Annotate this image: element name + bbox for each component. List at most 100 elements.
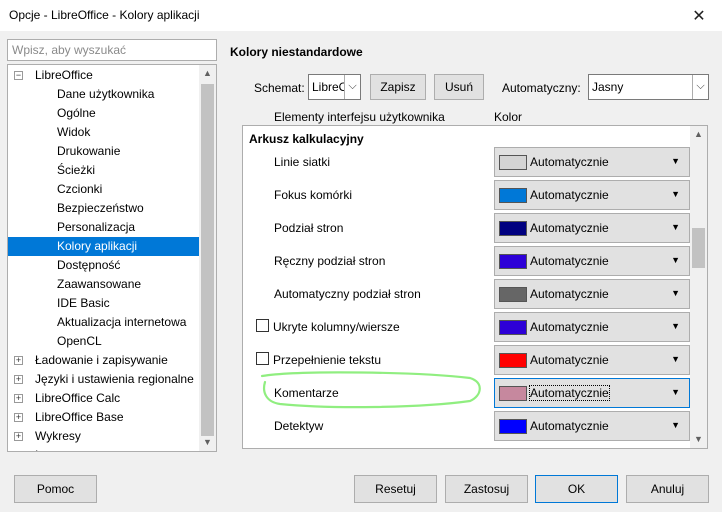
color-dropdown[interactable]: Automatycznie ▼ — [494, 246, 690, 276]
color-dropdown[interactable]: Automatycznie ▼ — [494, 147, 690, 177]
apply-button[interactable]: Zastosuj — [445, 475, 528, 503]
color-row: Komentarze Automatycznie ▼ — [243, 376, 691, 409]
dropdown-arrow-icon[interactable]: ▼ — [671, 354, 680, 364]
color-row-label: Fokus komórki — [274, 188, 353, 202]
column-header-elements: Elementy interfejsu użytkownika — [274, 110, 445, 124]
scheme-select[interactable]: LibreOffice ⌵ — [308, 74, 361, 100]
color-row-label: Podział stron — [274, 221, 344, 235]
close-icon[interactable]: ✕ — [688, 6, 710, 26]
checkbox[interactable] — [256, 352, 269, 365]
dropdown-arrow-icon[interactable]: ▼ — [671, 189, 680, 199]
scroll-thumb[interactable] — [692, 228, 705, 268]
tree-item[interactable]: + LibreOffice Base — [8, 408, 201, 427]
color-row: Fokus komórki Automatycznie ▼ — [243, 178, 691, 211]
color-dropdown[interactable]: Automatycznie ▼ — [494, 279, 690, 309]
cancel-button[interactable]: Anuluj — [626, 475, 709, 503]
color-dropdown[interactable]: Automatycznie ▼ — [494, 345, 690, 375]
color-value: Automatycznie — [530, 320, 609, 334]
expand-icon[interactable]: + — [14, 432, 23, 441]
chevron-down-icon[interactable]: ⌵ — [344, 75, 360, 99]
color-swatch — [499, 287, 527, 302]
expand-icon[interactable]: + — [14, 375, 23, 384]
tree-item-label: Ścieżki — [57, 163, 96, 177]
color-value: Automatycznie — [530, 221, 609, 235]
tree-item[interactable]: Dostępność — [8, 256, 201, 275]
expand-icon[interactable]: + — [14, 413, 23, 422]
color-list[interactable]: Arkusz kalkulacyjny Linie siatki Automaty… — [242, 125, 708, 449]
tree-item[interactable]: Widok — [8, 123, 201, 142]
tree-item[interactable]: + LibreOffice Calc — [8, 389, 201, 408]
color-dropdown[interactable]: Automatycznie ▼ — [494, 411, 690, 441]
color-dropdown[interactable]: Automatycznie ▼ — [494, 213, 690, 243]
scroll-up-icon[interactable]: ▲ — [199, 65, 216, 82]
dropdown-arrow-icon[interactable]: ▼ — [671, 420, 680, 430]
color-row: Automatyczny podział stron Automatycznie ▼ — [243, 277, 691, 310]
color-row-label: Komentarze — [274, 386, 339, 400]
tree-item-label: Internet — [35, 446, 76, 451]
tree-scrollbar[interactable]: ▲ ▼ — [199, 65, 216, 451]
color-dropdown[interactable]: Automatycznie ▼ — [494, 378, 690, 408]
color-list-scrollbar[interactable]: ▲ ▼ — [690, 126, 707, 448]
tree-item[interactable]: Aktualizacja internetowa — [8, 313, 201, 332]
color-row-label: Przepełnienie tekstu — [273, 353, 382, 367]
auto-select[interactable]: Jasny ⌵ — [588, 74, 709, 100]
group-title: Arkusz kalkulacyjny — [249, 132, 364, 146]
color-value: Automatycznie — [530, 419, 609, 433]
dropdown-arrow-icon[interactable]: ▼ — [671, 321, 680, 331]
section-title: Kolory niestandardowe — [230, 45, 363, 59]
scroll-up-icon[interactable]: ▲ — [690, 126, 707, 143]
tree-item[interactable]: IDE Basic — [8, 294, 201, 313]
tree-item[interactable]: + Języki i ustawienia regionalne — [8, 370, 201, 389]
chevron-down-icon[interactable]: ⌵ — [692, 75, 708, 99]
help-button[interactable]: Pomoc — [14, 475, 97, 503]
color-dropdown[interactable]: Automatycznie ▼ — [494, 180, 690, 210]
title-bar: Opcje - LibreOffice - Kolory aplikacji ✕ — [0, 0, 722, 31]
dropdown-arrow-icon[interactable]: ▼ — [671, 222, 680, 232]
window-title: Opcje - LibreOffice - Kolory aplikacji — [9, 8, 200, 22]
color-value: Automatycznie — [530, 287, 609, 301]
tree-item[interactable]: Czcionki — [8, 180, 201, 199]
checkbox[interactable] — [256, 319, 269, 332]
dropdown-arrow-icon[interactable]: ▼ — [671, 255, 680, 265]
color-row-label: Automatyczny podział stron — [274, 287, 421, 301]
scroll-down-icon[interactable]: ▼ — [690, 431, 707, 448]
color-swatch — [499, 320, 527, 335]
tree-item[interactable]: Ścieżki — [8, 161, 201, 180]
color-value: Automatycznie — [530, 155, 609, 169]
tree-item-label: Kolory aplikacji — [57, 239, 138, 253]
tree-item[interactable]: Bezpieczeństwo — [8, 199, 201, 218]
tree-item[interactable]: + Ładowanie i zapisywanie — [8, 351, 201, 370]
tree-item[interactable]: Kolory aplikacji — [8, 237, 201, 256]
scroll-thumb[interactable] — [201, 84, 214, 436]
dropdown-arrow-icon[interactable]: ▼ — [671, 156, 680, 166]
options-tree[interactable]: − LibreOffice Dane użytkownika Ogólne Widok D… — [7, 64, 217, 452]
scroll-down-icon[interactable]: ▼ — [199, 434, 216, 451]
dropdown-arrow-icon[interactable]: ▼ — [671, 387, 680, 397]
tree-item[interactable]: + Internet — [8, 446, 201, 452]
expand-icon[interactable]: + — [14, 356, 23, 365]
tree-item[interactable]: Personalizacja — [8, 218, 201, 237]
color-row: Ręczny podział stron Automatycznie ▼ — [243, 244, 691, 277]
collapse-icon[interactable]: − — [14, 71, 23, 80]
search-input[interactable] — [7, 39, 217, 61]
color-dropdown[interactable]: Automatycznie ▼ — [494, 312, 690, 342]
delete-button[interactable]: Usuń — [434, 74, 484, 100]
tree-item[interactable]: Zaawansowane — [8, 275, 201, 294]
tree-item[interactable]: Ogólne — [8, 104, 201, 123]
tree-item-label: IDE Basic — [57, 296, 110, 310]
dropdown-arrow-icon[interactable]: ▼ — [671, 288, 680, 298]
expand-icon[interactable]: + — [14, 394, 23, 403]
expand-icon[interactable]: + — [16, 451, 21, 452]
tree-item-label: Wykresy — [35, 429, 81, 443]
tree-item[interactable]: OpenCL — [8, 332, 201, 351]
ok-button[interactable]: OK — [535, 475, 618, 503]
color-row: Linie siatki Automatycznie ▼ — [243, 145, 691, 178]
tree-item[interactable]: Dane użytkownika — [8, 85, 201, 104]
color-swatch — [499, 221, 527, 236]
save-button[interactable]: Zapisz — [370, 74, 426, 100]
reset-button[interactable]: Resetuj — [354, 475, 437, 503]
tree-item[interactable]: Drukowanie — [8, 142, 201, 161]
tree-item[interactable]: + Wykresy — [8, 427, 201, 446]
color-swatch — [499, 188, 527, 203]
tree-item[interactable]: − LibreOffice — [8, 66, 201, 85]
